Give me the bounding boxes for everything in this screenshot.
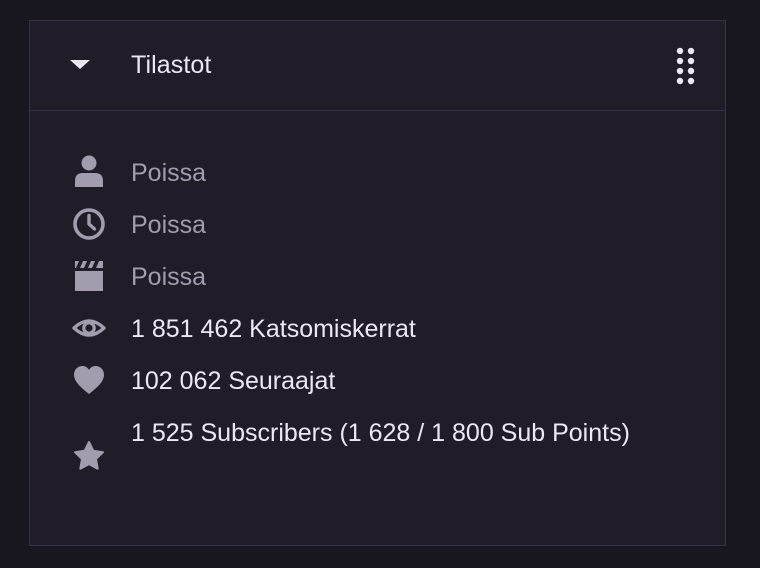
stat-text: 102 062 Seuraajat <box>131 367 336 395</box>
stat-text: 1 525 Subscribers (1 628 / 1 800 Sub Poi… <box>131 419 630 447</box>
stat-row-followers: 102 062 Seuraajat <box>30 361 725 405</box>
panel-header: Tilastot <box>30 21 725 111</box>
stat-row-subscribers: 1 525 Subscribers (1 628 / 1 800 Sub Poi… <box>30 413 725 497</box>
person-icon <box>72 154 106 188</box>
stat-text: Poissa <box>131 159 207 187</box>
stat-row-status: Poissa <box>30 153 725 197</box>
stat-row-category: Poissa <box>30 257 725 301</box>
drag-handle-icon[interactable] <box>674 47 698 87</box>
stat-row-views: 1 851 462 Katsomiskerrat <box>30 309 725 353</box>
panel-title: Tilastot <box>131 51 212 79</box>
stat-text: Poissa <box>131 211 207 239</box>
star-icon <box>72 439 106 473</box>
stats-panel: Tilastot Poissa Poissa Poissa 1 851 462 … <box>29 20 726 546</box>
clapperboard-icon <box>72 259 106 293</box>
caret-down-icon[interactable] <box>68 53 92 77</box>
stat-row-uptime: Poissa <box>30 205 725 249</box>
eye-icon <box>72 311 106 345</box>
stat-text: Poissa <box>131 263 207 291</box>
heart-icon <box>72 363 106 397</box>
stat-text: 1 851 462 Katsomiskerrat <box>131 315 416 343</box>
clock-icon <box>72 207 106 241</box>
